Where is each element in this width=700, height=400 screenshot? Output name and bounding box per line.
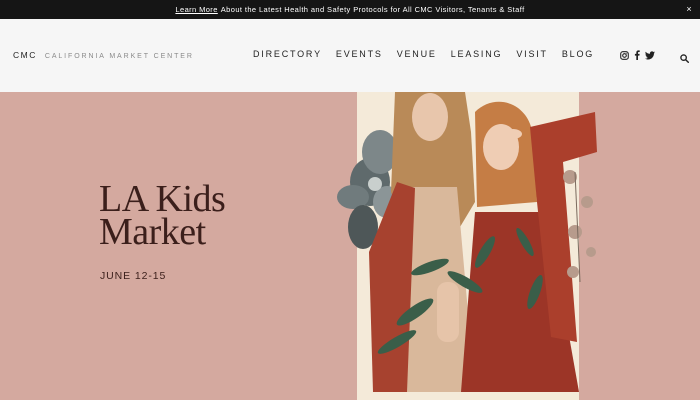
brand-name[interactable]: CALIFORNIA MARKET CENTER <box>45 53 194 60</box>
nav-item-blog[interactable]: BLOG <box>562 49 594 59</box>
main-nav: DIRECTORY EVENTS VENUE LEASING VISIT BLO… <box>253 49 608 59</box>
nav-item-venue[interactable]: VENUE <box>397 49 437 59</box>
twitter-icon[interactable] <box>645 50 655 60</box>
instagram-icon[interactable] <box>619 50 629 60</box>
facebook-icon[interactable] <box>632 50 642 60</box>
nav-item-visit[interactable]: VISIT <box>516 49 548 59</box>
hero-date: JUNE 12-15 <box>100 270 167 282</box>
social-links <box>619 50 658 60</box>
site-header: CMC CALIFORNIA MARKET CENTER DIRECTORY E… <box>0 19 700 92</box>
search-icon[interactable] <box>680 50 690 63</box>
announcement-bar: Learn More About the Latest Health and S… <box>0 0 700 19</box>
nav-item-directory[interactable]: DIRECTORY <box>253 49 322 59</box>
nav-item-events[interactable]: EVENTS <box>336 49 383 59</box>
brand[interactable]: CMC CALIFORNIA MARKET CENTER <box>13 50 194 60</box>
close-icon[interactable]: × <box>686 4 692 14</box>
learn-more-link[interactable]: Learn More <box>175 5 217 14</box>
hero-section: LA Kids Market JUNE 12-15 <box>0 92 700 400</box>
hero-title-line2: Market <box>99 211 206 253</box>
announcement-text: About the Latest Health and Safety Proto… <box>220 5 525 14</box>
brand-logo[interactable]: CMC <box>13 50 37 60</box>
hero-photo <box>337 92 597 400</box>
hero-title: LA Kids Market <box>99 180 226 253</box>
nav-item-leasing[interactable]: LEASING <box>451 49 503 59</box>
